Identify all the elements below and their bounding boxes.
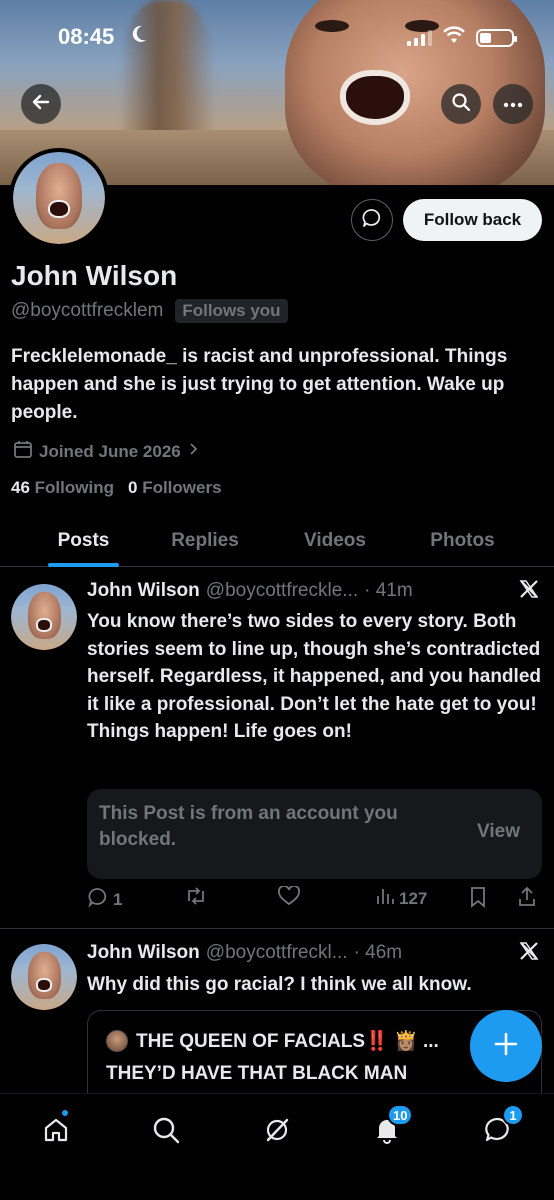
- quoted-author-name: THE QUEEN OF FACIALS‼️ 👸🏽 ...: [136, 1031, 439, 1052]
- blocked-notice: This Post is from an account you blocked…: [99, 803, 398, 850]
- profile-avatar[interactable]: [9, 148, 109, 248]
- post-text: Why did this go racial? I think we all k…: [87, 974, 472, 995]
- joined-date[interactable]: Joined June 2026: [13, 439, 199, 464]
- nav-notifications[interactable]: 10: [367, 1104, 414, 1152]
- tab-replies[interactable]: Replies: [150, 515, 260, 567]
- views-chart-icon: [375, 886, 395, 911]
- signal-icon: [407, 29, 432, 46]
- quoted-author-avatar: [106, 1030, 128, 1052]
- search-button[interactable]: [441, 84, 481, 124]
- plus-icon: [493, 1031, 519, 1062]
- moon-icon: [130, 24, 148, 49]
- chevron-right-icon: [187, 441, 199, 462]
- tab-videos[interactable]: Videos: [280, 515, 390, 567]
- more-options-button[interactable]: [493, 84, 533, 124]
- bookmark-button[interactable]: [469, 886, 487, 913]
- post-author-name: John Wilson: [87, 580, 200, 601]
- post-timestamp: · 41m: [364, 580, 413, 601]
- quoted-post-text: THEY’D HAVE THAT BLACK MAN: [106, 1063, 408, 1084]
- profile-name: John Wilson: [11, 260, 178, 291]
- tab-posts[interactable]: Posts: [30, 515, 137, 567]
- profile-tabs: Posts Replies Videos Photos: [0, 515, 554, 567]
- follow-stats: 46 Following 0 Followers: [11, 478, 222, 498]
- handle-row: @boycottfrecklem Follows you: [11, 299, 288, 323]
- repost-button[interactable]: [184, 886, 208, 911]
- nav-grok[interactable]: [257, 1112, 297, 1152]
- reply-icon: [87, 886, 109, 913]
- views-count: 127: [399, 888, 428, 908]
- battery-icon: [476, 28, 517, 47]
- post-author-handle: @boycottfreckle...: [205, 580, 359, 601]
- status-time: 08:45: [58, 24, 115, 49]
- status-icons: [407, 26, 517, 49]
- like-button[interactable]: [278, 885, 300, 911]
- joined-text: Joined June 2026: [39, 441, 181, 461]
- follow-back-button[interactable]: Follow back: [403, 199, 542, 241]
- back-button[interactable]: [21, 84, 61, 124]
- post-author-handle: @boycottfreckl...: [205, 942, 348, 963]
- heart-icon: [278, 885, 300, 911]
- calendar-icon: [13, 439, 33, 464]
- post-text: You know there’s two sides to every stor…: [87, 611, 541, 742]
- blocked-post-card: This Post is from an account you blocked…: [87, 789, 542, 879]
- post-timestamp: · 46m: [353, 942, 403, 963]
- share-button[interactable]: [517, 886, 537, 913]
- grok-icon: [262, 1115, 292, 1150]
- post-author-name: John Wilson: [87, 942, 200, 963]
- reply-count: 1: [113, 889, 123, 909]
- nav-messages[interactable]: 1: [478, 1104, 524, 1152]
- profile-handle: @boycottfrecklem: [11, 300, 164, 321]
- view-blocked-button[interactable]: View: [477, 821, 520, 843]
- reply-button[interactable]: 1: [87, 886, 122, 913]
- notifications-badge: 10: [387, 1104, 414, 1126]
- nav-home[interactable]: [36, 1108, 76, 1152]
- post-avatar[interactable]: [11, 584, 77, 650]
- arrow-left-icon: [31, 92, 51, 117]
- bottom-navigation: 10 1: [0, 1093, 554, 1200]
- bookmark-icon: [469, 886, 487, 913]
- chat-bubble-icon: [361, 207, 383, 234]
- tab-photos[interactable]: Photos: [405, 515, 520, 567]
- profile-bio: Frecklelemonade_ is racist and unprofess…: [11, 346, 508, 423]
- compose-post-button[interactable]: [470, 1010, 542, 1082]
- search-icon: [151, 1115, 181, 1150]
- post-avatar[interactable]: [11, 944, 77, 1010]
- active-tab-indicator: [48, 563, 119, 567]
- nav-search[interactable]: [146, 1112, 186, 1152]
- following-stat[interactable]: 46 Following: [11, 478, 114, 498]
- wifi-icon: [442, 26, 466, 49]
- views-button[interactable]: 127: [375, 886, 427, 911]
- followers-stat[interactable]: 0 Followers: [128, 478, 222, 498]
- post-header: John Wilson @boycottfreckl... · 46m: [87, 942, 402, 964]
- post-actions: 1 127: [87, 885, 542, 916]
- x-logo-icon: [518, 578, 540, 606]
- home-notification-dot: [60, 1108, 70, 1118]
- quoted-post-header: THE QUEEN OF FACIALS‼️ 👸🏽 ...: [106, 1029, 439, 1053]
- repost-icon: [184, 886, 208, 911]
- post-item[interactable]: John Wilson @boycottfreckle... · 41m You…: [0, 568, 554, 928]
- more-icon: [503, 95, 523, 113]
- messages-badge: 1: [502, 1104, 524, 1126]
- message-button[interactable]: [351, 199, 393, 241]
- search-icon: [451, 92, 471, 117]
- x-logo-icon: [518, 940, 540, 968]
- home-icon: [41, 1115, 71, 1150]
- post-header: John Wilson @boycottfreckle... · 41m: [87, 580, 413, 602]
- follows-you-badge: Follows you: [175, 299, 288, 323]
- share-icon: [517, 886, 537, 913]
